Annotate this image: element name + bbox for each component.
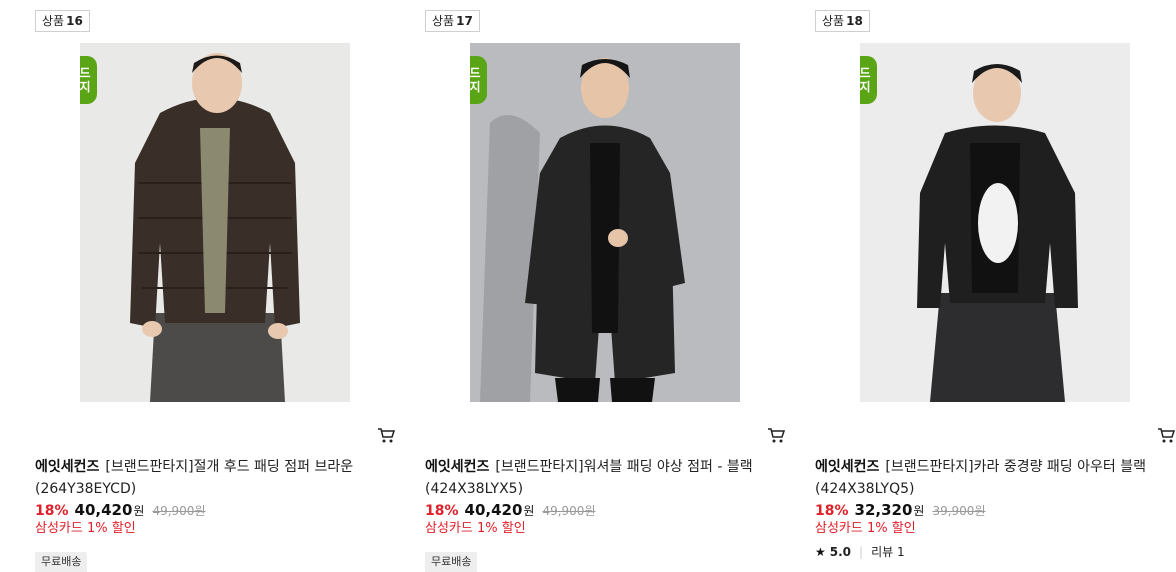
product-number-badge: 상품 17	[425, 10, 480, 32]
card-discount: 삼성카드 1% 할인	[815, 521, 916, 536]
sale-price: 40,420	[74, 501, 133, 519]
product-number-badge: 상품 18	[815, 10, 870, 32]
brand-name: 에잇세컨즈	[425, 459, 490, 475]
currency-unit: 원	[913, 504, 925, 518]
product-card[interactable]: 상품17 브랜드 판타지 에잇세컨즈[브랜드판타지]워셔블 패딩 야상 점퍼 -…	[425, 0, 786, 572]
sale-price: 32,320	[854, 501, 913, 519]
badge-number: 17	[456, 14, 473, 28]
product-number-badge: 상품 16	[35, 10, 90, 32]
discount-rate: 18%	[35, 503, 69, 519]
logo-text-line2: 판타지	[470, 80, 481, 94]
badge-prefix: 상품	[822, 14, 845, 28]
card-discount: 삼성카드 1% 할인	[35, 521, 136, 536]
card-discount: 삼성카드 1% 할인	[425, 521, 526, 536]
original-price: 49,900원	[152, 504, 206, 518]
badge-number: 18	[846, 14, 863, 28]
product-image[interactable]: 브랜드 판타지	[80, 43, 350, 402]
original-price: 39,900원	[932, 504, 986, 518]
model-wearing-field-jacket	[470, 43, 740, 402]
model-wearing-padded-jacket	[80, 43, 350, 402]
brand-fantasy-logo: 브랜드 판타지	[80, 56, 97, 104]
rating-row[interactable]: ★ 5.0 | 리뷰 1	[815, 543, 905, 560]
product-image[interactable]: 브랜드 판타지	[860, 43, 1130, 402]
logo-text-line1: 브랜드	[80, 66, 91, 80]
badge-number: 16	[66, 14, 83, 28]
product-title[interactable]: 에잇세컨즈 [브랜드판타지]워셔블 패딩 야상 점퍼 - 블랙 (424X38LY…	[425, 456, 785, 500]
sale-price: 40,420	[464, 501, 523, 519]
product-image[interactable]: 브랜드 판타지	[470, 43, 740, 402]
brand-name: 에잇세컨즈	[815, 459, 880, 475]
logo-text-line1: 브랜드	[860, 66, 871, 80]
price-row: 18% 40,420원 49,900원	[35, 501, 205, 519]
cart-icon[interactable]	[767, 426, 786, 444]
currency-unit: 원	[133, 504, 145, 518]
cart-icon[interactable]	[377, 426, 396, 444]
cart-icon[interactable]	[1157, 426, 1176, 444]
brand-name: 에잇세컨즈	[35, 459, 100, 475]
product-title[interactable]: 에잇세컨즈 [브랜드판타지]카라 중경량 패딩 아우터 블랙 (424X38LYQ…	[815, 456, 1175, 500]
star-icon: ★	[815, 545, 826, 559]
model-wearing-collar-jacket	[860, 43, 1130, 402]
logo-text-line2: 판타지	[860, 80, 871, 94]
badge-prefix: 상품	[42, 14, 65, 28]
price-row: 18% 32,320원 39,900원	[815, 501, 985, 519]
currency-unit: 원	[523, 504, 535, 518]
product-card[interactable]: 상품18 브랜드 판타지 에잇세컨즈[브랜드판타지]카라 중경량 패딩 아우터 …	[815, 0, 1176, 571]
discount-rate: 18%	[425, 503, 459, 519]
divider: |	[859, 545, 864, 559]
brand-fantasy-logo: 브랜드 판타지	[860, 56, 877, 104]
review-count: 리뷰 1	[871, 545, 905, 559]
discount-rate: 18%	[815, 503, 849, 519]
product-title[interactable]: 에잇세컨즈 [브랜드판타지]절개 후드 패딩 점퍼 브라운 (264Y38EYCD…	[35, 456, 395, 500]
price-row: 18% 40,420원 49,900원	[425, 501, 595, 519]
badge-prefix: 상품	[432, 14, 455, 28]
rating-score: 5.0	[829, 545, 852, 559]
logo-text-line1: 브랜드	[470, 66, 481, 80]
free-shipping-tag: 무료배송	[35, 552, 88, 572]
brand-fantasy-logo: 브랜드 판타지	[470, 56, 487, 104]
product-card[interactable]: 상품16 브랜드 판타지 에잇세컨즈[브랜드판타지]절개 후드 패딩	[35, 0, 396, 572]
original-price: 49,900원	[542, 504, 596, 518]
free-shipping-tag: 무료배송	[425, 552, 478, 572]
logo-text-line2: 판타지	[80, 80, 91, 94]
